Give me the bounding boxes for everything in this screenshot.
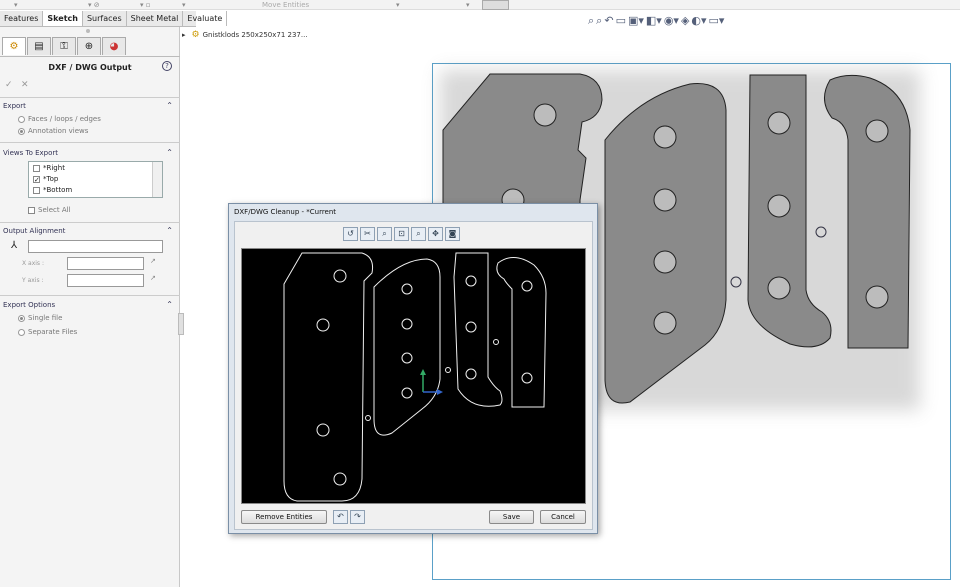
save-button[interactable]: Save — [489, 510, 534, 524]
dialog-toolbar: ↺ ✂ ⌕ ⊡ ⌕ ✥ ◙ — [343, 227, 460, 241]
hole-outline — [465, 368, 477, 380]
hole — [767, 111, 791, 135]
ref-point — [493, 339, 499, 345]
cleanup-dialog: DXF/DWG Cleanup - *Current ↺ ✂ ⌕ ⊡ ⌕ ✥ ◙ — [228, 203, 598, 534]
hole-outline — [401, 387, 413, 399]
remove-entities-button[interactable]: Remove Entities — [241, 510, 327, 524]
hole-outline — [333, 269, 347, 283]
hole — [533, 103, 557, 127]
dialog-title: DXF/DWG Cleanup - *Current — [234, 208, 337, 216]
hole-outline — [465, 321, 477, 333]
outline-plate-2 — [373, 258, 441, 436]
hole — [767, 276, 791, 300]
hole — [653, 188, 677, 212]
zoom-icon[interactable]: ⌕ — [377, 227, 392, 241]
preview-drawing — [283, 252, 547, 502]
undo-view-icon[interactable]: ↺ — [343, 227, 358, 241]
hole-outline — [333, 472, 347, 486]
select-icon[interactable]: ✂ — [360, 227, 375, 241]
redraw-icon[interactable]: ◙ — [445, 227, 460, 241]
hole-outline — [316, 318, 330, 332]
ref-point — [365, 415, 371, 421]
redo-icon[interactable]: ↷ — [350, 510, 365, 524]
hole — [865, 285, 889, 309]
outline-plate-4 — [496, 257, 547, 408]
preview-canvas[interactable] — [241, 248, 586, 504]
hole-outline — [465, 275, 477, 287]
hole-outline — [401, 318, 413, 330]
undo-icon[interactable]: ↶ — [333, 510, 348, 524]
hole — [865, 119, 889, 143]
hole — [653, 311, 677, 335]
hole-outline — [521, 280, 533, 292]
hole — [767, 194, 791, 218]
hole-outline — [401, 283, 413, 295]
hole-outline — [401, 352, 413, 364]
pan-icon[interactable]: ✥ — [428, 227, 443, 241]
zoom-fit-icon[interactable]: ⌕ — [411, 227, 426, 241]
zoom-area-icon[interactable]: ⊡ — [394, 227, 409, 241]
outline-plate-1 — [283, 252, 373, 502]
hole-outline — [521, 372, 533, 384]
ref-point — [445, 367, 451, 373]
outline-plate-3 — [453, 252, 503, 407]
hole — [653, 250, 677, 274]
hole — [653, 125, 677, 149]
hole-outline — [316, 423, 330, 437]
cancel-button[interactable]: Cancel — [540, 510, 586, 524]
dialog-body: ↺ ✂ ⌕ ⊡ ⌕ ✥ ◙ Remove Entities ↶ ↷ Save C… — [234, 221, 593, 530]
